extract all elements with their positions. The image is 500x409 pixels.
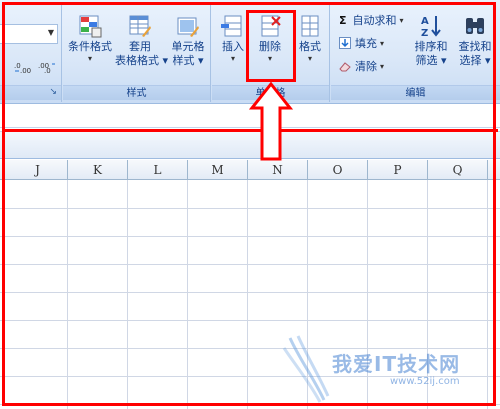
column-header-m[interactable]: M xyxy=(188,160,248,180)
formula-area xyxy=(0,104,500,160)
fill-button[interactable]: 填充 ▾ xyxy=(339,35,384,51)
cells-group: 插入 ▾ 删除 ▾ 格式 ▾ 单元格 xyxy=(212,2,330,102)
sort-label-1: 排序和 xyxy=(414,40,448,53)
binoculars-icon xyxy=(466,18,484,34)
gridline-horizontal xyxy=(0,264,500,265)
increase-decimal-icon: .0 .00 xyxy=(14,62,31,75)
conditional-format-icon xyxy=(79,15,102,38)
format-label: 格式 xyxy=(299,40,321,53)
spreadsheet-grid[interactable]: JKLMNOPQ xyxy=(0,160,500,409)
table-format-label-2: 表格格式 ▾ xyxy=(115,54,169,67)
svg-text:.0: .0 xyxy=(44,67,51,74)
column-headers: JKLMNOPQ xyxy=(0,160,500,180)
table-format-icon xyxy=(129,15,151,37)
gridline-horizontal xyxy=(0,376,500,377)
chevron-down-icon: ▾ xyxy=(230,54,235,63)
delete-cells-icon xyxy=(261,15,281,37)
decrease-decimal-icon: .00 .0 xyxy=(38,62,55,75)
autosum-label: 自动求和 xyxy=(352,14,397,27)
svg-text:Z: Z xyxy=(421,28,428,38)
number-format-dropdown[interactable]: ▼ xyxy=(0,24,58,44)
gridline-vertical xyxy=(67,180,68,409)
find-label-1: 查找和 xyxy=(458,40,492,53)
sort-label-2: 筛选 ▾ xyxy=(415,54,447,67)
column-header-k[interactable]: K xyxy=(68,160,128,180)
fill-down-icon xyxy=(339,37,351,49)
insert-button[interactable]: 插入 ▾ xyxy=(216,14,250,63)
eraser-icon xyxy=(339,62,351,72)
editing-group: Σ 自动求和 ▾ 填充 ▾ 清除 ▾ A Z 排序和 筛选 ▾ 查找和 选择 ▾… xyxy=(331,2,500,102)
conditional-format-label: 条件格式 xyxy=(68,40,112,53)
gridline-vertical xyxy=(187,180,188,409)
styles-group: 条件格式 ▾ 套用 表格格式 ▾ 单元格 样式 ▾ 样式 xyxy=(63,2,211,102)
svg-text:.00: .00 xyxy=(20,67,31,74)
gridline-vertical xyxy=(127,180,128,409)
svg-text:A: A xyxy=(421,16,429,27)
decrease-decimal-button[interactable]: .00 .0 xyxy=(36,56,58,76)
clear-button[interactable]: 清除 ▾ xyxy=(339,58,384,74)
gridline-vertical xyxy=(487,180,488,409)
fill-label: 填充 xyxy=(355,37,377,50)
gridline-horizontal xyxy=(0,236,500,237)
autosum-button[interactable]: Σ 自动求和 ▾ xyxy=(339,12,404,28)
gridline-horizontal xyxy=(0,404,500,405)
chevron-down-icon: ▾ xyxy=(380,61,385,71)
find-select-button[interactable]: 查找和 选择 ▾ xyxy=(453,14,497,68)
cell-styles-icon xyxy=(177,17,199,37)
column-header-p[interactable]: P xyxy=(368,160,428,180)
clear-label: 清除 xyxy=(355,60,377,73)
chevron-down-icon: ▾ xyxy=(380,38,385,48)
table-format-label-1: 套用 xyxy=(129,40,151,53)
formula-bar[interactable] xyxy=(0,110,500,128)
chevron-down-icon: ▾ xyxy=(87,54,92,63)
gridline-vertical xyxy=(367,180,368,409)
format-button[interactable]: 格式 ▾ xyxy=(292,14,328,63)
annotation-divider-line xyxy=(2,129,498,132)
chevron-down-icon: ▼ xyxy=(47,28,54,37)
format-cells-icon xyxy=(301,15,319,37)
chevron-down-icon: ▾ xyxy=(307,54,312,63)
gridline-vertical xyxy=(427,180,428,409)
sheet-divider xyxy=(0,131,500,159)
cells-group-label: 单元格 xyxy=(212,85,329,100)
sort-filter-button[interactable]: A Z 排序和 筛选 ▾ xyxy=(411,14,451,68)
insert-label: 插入 xyxy=(222,40,244,53)
gridline-horizontal xyxy=(0,208,500,209)
conditional-format-button[interactable]: 条件格式 ▾ xyxy=(65,14,115,63)
gridline-horizontal xyxy=(0,292,500,293)
gridline-horizontal xyxy=(0,320,500,321)
cell-styles-button[interactable]: 单元格 样式 ▾ xyxy=(165,14,211,68)
ribbon: ▼ .0 .00 .00 .0 ↘ 条件格式 ▾ 套用 表格格式 ▾ 单元格 样… xyxy=(0,0,500,104)
styles-group-label: 样式 xyxy=(63,85,210,100)
insert-cells-icon xyxy=(221,15,242,37)
table-format-button[interactable]: 套用 表格格式 ▾ xyxy=(115,14,169,68)
column-header-n[interactable]: N xyxy=(248,160,308,180)
gridline-horizontal xyxy=(0,348,500,349)
number-group: ▼ .0 .00 .00 .0 ↘ xyxy=(0,2,62,102)
increase-decimal-button[interactable]: .0 .00 xyxy=(12,56,34,76)
delete-label: 删除 xyxy=(259,40,281,53)
number-group-label-bar: ↘ xyxy=(0,85,61,100)
gridline-vertical xyxy=(307,180,308,409)
sort-az-icon: A Z xyxy=(421,16,441,38)
cell-styles-label-1: 单元格 xyxy=(171,40,205,53)
column-header-j[interactable]: J xyxy=(8,160,68,180)
editing-group-label: 编辑 xyxy=(331,85,500,100)
chevron-down-icon: ▾ xyxy=(399,15,404,25)
delete-button[interactable]: 删除 ▾ xyxy=(250,14,290,63)
column-header-q[interactable]: Q xyxy=(428,160,488,180)
cell-styles-label-2: 样式 ▾ xyxy=(172,54,204,67)
column-header-o[interactable]: O xyxy=(308,160,368,180)
column-header-l[interactable]: L xyxy=(128,160,188,180)
chevron-down-icon: ▾ xyxy=(267,54,272,63)
sigma-icon: Σ xyxy=(339,13,347,27)
find-label-2: 选择 ▾ xyxy=(459,54,491,67)
gridline-vertical xyxy=(247,180,248,409)
dialog-launcher-icon[interactable]: ↘ xyxy=(49,87,57,97)
